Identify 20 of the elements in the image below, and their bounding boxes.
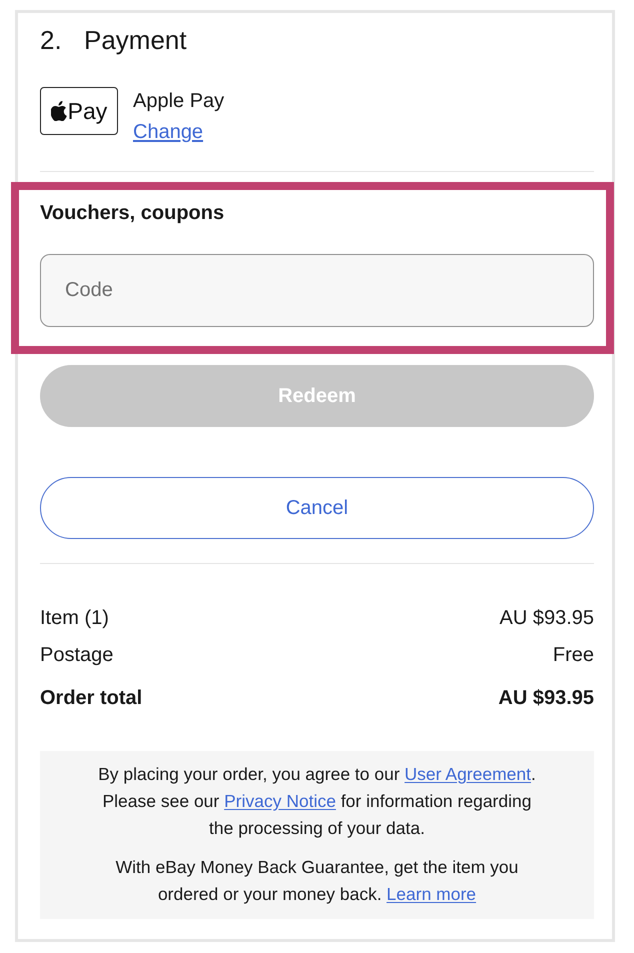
cancel-button[interactable]: Cancel <box>40 477 594 539</box>
apple-icon <box>50 101 67 121</box>
summary-value: AU $93.95 <box>498 686 594 710</box>
code-field[interactable]: Code <box>40 254 594 327</box>
legal-text: With eBay Money Back Guarantee, get the item you ordered or your money back. Learn more <box>116 856 518 906</box>
payment-method-name: Apple Pay <box>133 89 224 113</box>
summary-value: Free <box>552 642 594 668</box>
vouchers-label: Vouchers, coupons <box>40 201 226 225</box>
section-number: 2. <box>40 24 63 56</box>
summary-label: Order total <box>40 686 142 710</box>
change-link[interactable]: Change <box>133 120 204 144</box>
summary-value: AU $93.95 <box>499 606 594 630</box>
logo-text: Pay <box>68 97 108 125</box>
text-link[interactable]: Learn more <box>386 884 476 904</box>
legal-text: By placing your order, you agree to our User Agreement. Please see our Privacy Notice for information regarding the processing of your data. <box>98 763 536 840</box>
summary-label: Postage <box>40 642 114 668</box>
summary-label: Item (1) <box>40 606 109 630</box>
text-link[interactable]: Privacy Notice <box>224 791 336 811</box>
text-link[interactable]: User Agreement <box>404 764 531 784</box>
section-title: Payment <box>84 24 187 56</box>
